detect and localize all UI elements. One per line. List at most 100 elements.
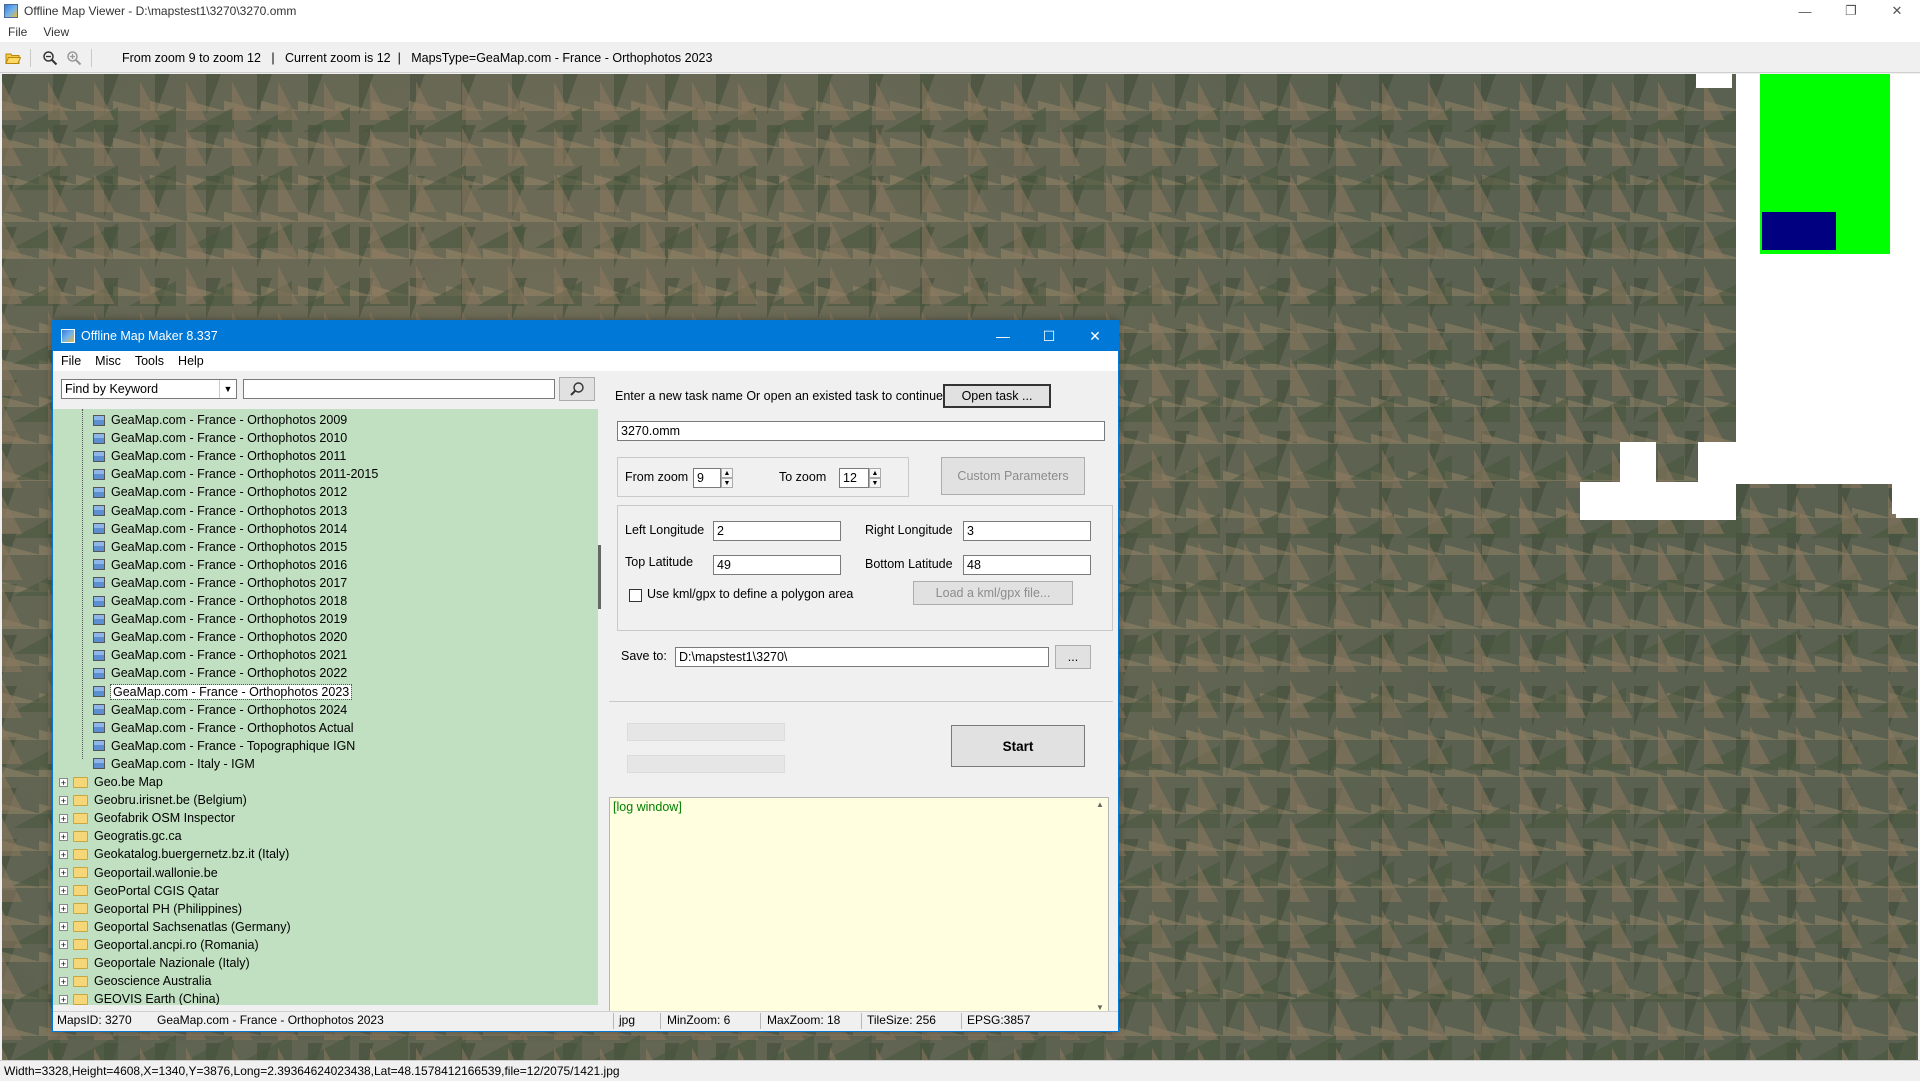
tree-item[interactable]: GeaMap.com - France - Orthophotos 2010	[93, 429, 347, 447]
expand-icon[interactable]: +	[59, 813, 68, 823]
tree-folder[interactable]: + Geobru.irisnet.be (Belgium)	[59, 791, 247, 809]
menu-file[interactable]: File	[0, 25, 35, 39]
status-tile-size: TileSize: 256	[867, 1013, 936, 1027]
kml-checkbox[interactable]	[629, 589, 642, 602]
tree-item[interactable]: GeaMap.com - France - Orthophotos 2019	[93, 610, 347, 628]
restore-button[interactable]: ❐	[1828, 0, 1874, 22]
tree-folder[interactable]: + Geoportale Nazionale (Italy)	[59, 954, 250, 972]
dialog-menu-misc[interactable]: Misc	[87, 354, 127, 368]
tree-item[interactable]: GeaMap.com - France - Orthophotos 2016	[93, 556, 347, 574]
tree-folder[interactable]: + GEOVIS Earth (China)	[59, 990, 220, 1005]
zoom-in-icon[interactable]	[63, 47, 85, 69]
dialog-minimize-button[interactable]: —	[980, 321, 1026, 351]
folder-icon	[73, 957, 88, 969]
to-zoom-field[interactable]: 12	[839, 468, 869, 488]
expand-icon[interactable]: +	[59, 958, 68, 968]
expand-icon[interactable]: +	[59, 849, 68, 859]
tree-item[interactable]: GeaMap.com - France - Orthophotos 2022	[93, 664, 347, 682]
blank-tile	[1580, 482, 1736, 520]
status-maps-name: GeaMap.com - France - Orthophotos 2023	[157, 1013, 384, 1027]
expand-icon[interactable]: +	[59, 777, 68, 787]
search-button[interactable]	[559, 377, 595, 401]
tree-item[interactable]: GeaMap.com - France - Orthophotos 2013	[93, 502, 347, 520]
map-layer-icon	[93, 613, 105, 625]
tree-folder[interactable]: + GeoPortal CGIS Qatar	[59, 882, 219, 900]
tree-folder-label: Geogratis.gc.ca	[94, 829, 182, 844]
expand-icon[interactable]: +	[59, 976, 68, 986]
expand-icon[interactable]: +	[59, 904, 68, 914]
tree-item[interactable]: GeaMap.com - France - Orthophotos 2011	[93, 447, 346, 465]
coverage-box-navy	[1762, 212, 1836, 250]
dialog-maximize-button[interactable]: ☐	[1026, 321, 1072, 351]
tree-item[interactable]: GeaMap.com - France - Orthophotos 2021	[93, 646, 347, 664]
tree-item[interactable]: GeaMap.com - France - Orthophotos 2024	[93, 701, 347, 719]
zoom-out-icon[interactable]	[39, 47, 61, 69]
start-button[interactable]: Start	[951, 725, 1085, 767]
chevron-down-icon[interactable]: ▼	[219, 380, 236, 398]
tree-folder[interactable]: + Geo.be Map	[59, 773, 163, 791]
search-input[interactable]	[243, 379, 555, 399]
left-longitude-field[interactable]: 2	[713, 521, 841, 541]
right-longitude-field[interactable]: 3	[963, 521, 1091, 541]
tree-scrollbar[interactable]	[598, 409, 604, 1005]
tree-item[interactable]: GeaMap.com - France - Orthophotos 2009	[93, 411, 347, 429]
map-layer-icon	[93, 758, 105, 770]
top-latitude-field[interactable]: 49	[713, 555, 841, 575]
tree-folder[interactable]: + Geogratis.gc.ca	[59, 827, 182, 845]
tree-item[interactable]: GeaMap.com - France - Orthophotos Actual	[93, 719, 353, 737]
expand-icon[interactable]: +	[59, 795, 68, 805]
dialog-menu-file[interactable]: File	[53, 354, 87, 368]
menu-view[interactable]: View	[35, 25, 77, 39]
map-layer-icon	[93, 667, 105, 679]
log-window[interactable]: [log window] ▲ ▼	[609, 797, 1109, 1015]
scrollbar-thumb[interactable]	[598, 545, 601, 609]
from-zoom-spinner[interactable]: ▲ ▼	[721, 468, 733, 488]
expand-icon[interactable]: +	[59, 994, 68, 1004]
tree-item[interactable]: GeaMap.com - France - Topographique IGN	[93, 737, 355, 755]
dialog-menu-tools[interactable]: Tools	[127, 354, 170, 368]
from-zoom-field[interactable]: 9	[693, 468, 721, 488]
divider	[609, 701, 1113, 702]
tree-item[interactable]: GeaMap.com - France - Orthophotos 2018	[93, 592, 347, 610]
expand-icon[interactable]: +	[59, 868, 68, 878]
open-folder-icon[interactable]	[2, 47, 24, 69]
load-kml-button[interactable]: Load a kml/gpx file...	[913, 581, 1073, 605]
custom-parameters-button[interactable]: Custom Parameters	[941, 457, 1085, 495]
tree-folder[interactable]: + Geoportal Sachsenatlas (Germany)	[59, 918, 291, 936]
expand-icon[interactable]: +	[59, 922, 68, 932]
scroll-up-icon[interactable]: ▲	[1096, 800, 1104, 809]
tree-folder[interactable]: + Geokatalog.buergernetz.bz.it (Italy)	[59, 845, 289, 863]
top-latitude-label: Top Latitude	[625, 555, 694, 569]
search-mode-select[interactable]: Find by Keyword ▼	[61, 379, 237, 399]
map-source-tree[interactable]: GeaMap.com - France - Orthophotos 2009 Ge…	[53, 409, 598, 1005]
tree-item[interactable]: GeaMap.com - France - Orthophotos 2017	[93, 574, 347, 592]
tree-item[interactable]: GeaMap.com - France - Orthophotos 2011-2…	[93, 465, 378, 483]
task-name-field[interactable]: 3270.omm	[617, 421, 1105, 441]
minimize-button[interactable]: —	[1782, 0, 1828, 22]
open-task-button[interactable]: Open task ...	[943, 384, 1051, 408]
save-path-field[interactable]: D:\mapstest1\3270\	[675, 647, 1049, 667]
tree-item[interactable]: GeaMap.com - France - Orthophotos 2023	[93, 683, 353, 701]
tree-item[interactable]: GeaMap.com - France - Orthophotos 2012	[93, 483, 347, 501]
tree-item[interactable]: GeaMap.com - France - Orthophotos 2015	[93, 538, 347, 556]
tree-folder[interactable]: + Geoportal PH (Philippines)	[59, 900, 242, 918]
tree-item[interactable]: GeaMap.com - Italy - IGM	[93, 755, 255, 773]
dialog-controls: — ☐ ✕	[980, 321, 1118, 351]
tree-folder[interactable]: + Geoportail.wallonie.be	[59, 864, 218, 882]
tree-folder[interactable]: + Geoscience Australia	[59, 972, 211, 990]
tree-item-label: GeaMap.com - France - Orthophotos 2018	[111, 594, 348, 608]
tree-folder[interactable]: + Geofabrik OSM Inspector	[59, 809, 235, 827]
log-scrollbar[interactable]: ▲ ▼	[1094, 798, 1108, 1014]
browse-button[interactable]: ...	[1055, 645, 1091, 669]
tree-folder[interactable]: + Geoportal.ancpi.ro (Romania)	[59, 936, 259, 954]
dialog-menu-help[interactable]: Help	[170, 354, 210, 368]
expand-icon[interactable]: +	[59, 831, 68, 841]
expand-icon[interactable]: +	[59, 886, 68, 896]
to-zoom-spinner[interactable]: ▲ ▼	[869, 468, 881, 488]
close-button[interactable]: ✕	[1874, 0, 1920, 22]
tree-item[interactable]: GeaMap.com - France - Orthophotos 2014	[93, 520, 347, 538]
dialog-close-button[interactable]: ✕	[1072, 321, 1118, 351]
expand-icon[interactable]: +	[59, 940, 68, 950]
bottom-latitude-field[interactable]: 48	[963, 555, 1091, 575]
tree-item[interactable]: GeaMap.com - France - Orthophotos 2020	[93, 628, 347, 646]
